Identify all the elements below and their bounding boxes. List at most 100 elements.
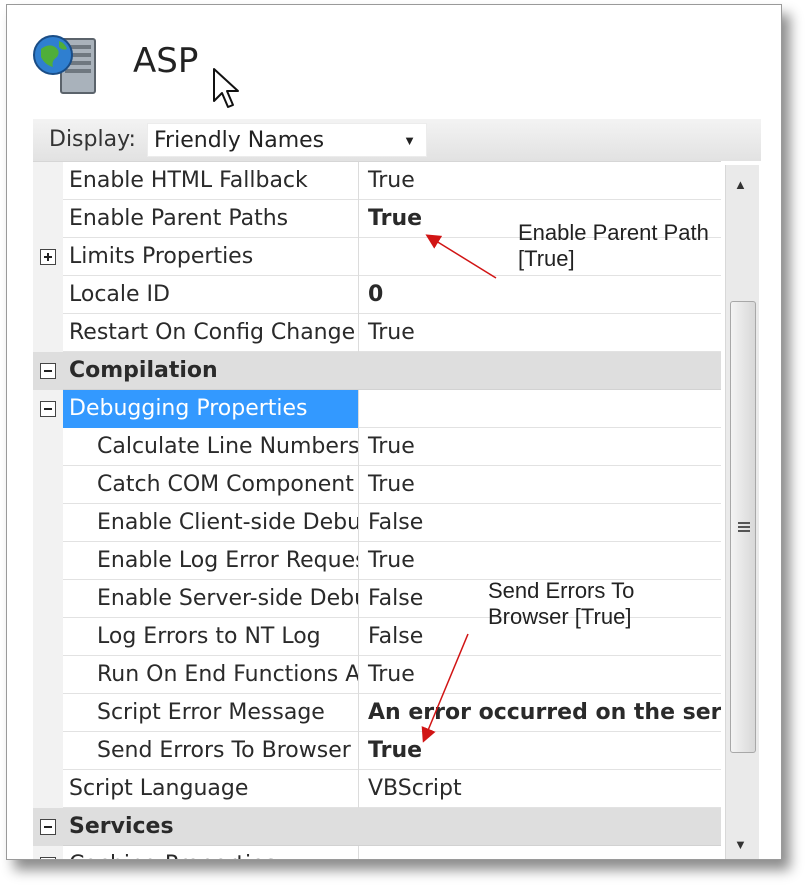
row-gutter: [33, 504, 63, 542]
property-name-label: Enable HTML Fallback: [69, 168, 308, 193]
property-name[interactable]: Calculate Line Numbers: [63, 428, 359, 466]
mouse-cursor-icon: [211, 67, 245, 111]
row-gutter: [33, 846, 63, 859]
property-name[interactable]: Run On End Functions A: [63, 656, 359, 694]
property-value[interactable]: [361, 846, 721, 859]
display-toolbar: Display: Friendly Names ▼: [33, 119, 761, 161]
property-name[interactable]: Script Error Message: [63, 694, 359, 732]
row-gutter: [33, 162, 63, 200]
property-name[interactable]: Restart On Config Change: [63, 314, 359, 352]
annotation-send-errors-line1: Send Errors To: [488, 578, 635, 603]
vertical-scrollbar[interactable]: ▲ ▼: [725, 165, 759, 859]
row-gutter: [33, 732, 63, 770]
property-row[interactable]: Catch COM Component True: [33, 466, 721, 504]
scroll-down-arrow-icon[interactable]: ▼: [734, 837, 747, 852]
property-name-label: Limits Properties: [69, 244, 254, 269]
property-row[interactable]: Enable Client-side Debug False: [33, 504, 721, 542]
display-mode-dropdown[interactable]: Friendly Names ▼: [147, 123, 427, 157]
property-row[interactable]: Locale ID 0: [33, 276, 721, 314]
property-row[interactable]: Enable Log Error Request True: [33, 542, 721, 580]
property-name-label: Catch COM Component: [97, 472, 354, 497]
property-row[interactable]: Debugging Properties: [33, 390, 721, 428]
property-row[interactable]: Compilation: [33, 352, 721, 390]
property-name-label: Compilation: [69, 358, 218, 383]
property-name[interactable]: Catch COM Component: [63, 466, 359, 504]
scroll-thumb[interactable]: [730, 301, 756, 753]
property-name-label: Enable Server-side Debug: [97, 586, 359, 611]
property-name[interactable]: Enable Server-side Debug: [63, 580, 359, 618]
annotation-parent-path: Enable Parent Path [True]: [518, 220, 709, 272]
property-name-label: Enable Log Error Request: [97, 548, 359, 573]
property-value[interactable]: VBScript: [361, 770, 721, 808]
annotation-send-errors-line2: Browser [True]: [488, 604, 632, 629]
row-gutter: [33, 808, 63, 846]
property-row[interactable]: Services: [33, 808, 721, 846]
scroll-up-arrow-icon[interactable]: ▲: [734, 177, 747, 192]
row-gutter: [33, 390, 63, 428]
row-gutter: [33, 656, 63, 694]
dropdown-arrow-icon: ▼: [403, 133, 416, 148]
expand-plus-icon[interactable]: [40, 857, 56, 859]
property-row[interactable]: Send Errors To Browser True: [33, 732, 721, 770]
property-value[interactable]: True: [361, 732, 721, 770]
property-row[interactable]: Script Language VBScript: [33, 770, 721, 808]
property-name[interactable]: Enable Log Error Request: [63, 542, 359, 580]
property-value[interactable]: False: [361, 504, 721, 542]
property-name-label: Services: [69, 814, 174, 839]
property-row[interactable]: Enable HTML Fallback True: [33, 162, 721, 200]
property-value[interactable]: True: [361, 162, 721, 200]
annotation-parent-path-line1: Enable Parent Path: [518, 220, 709, 245]
property-row[interactable]: Run On End Functions A True: [33, 656, 721, 694]
property-name[interactable]: Debugging Properties: [63, 390, 359, 428]
property-name[interactable]: Services: [63, 808, 713, 846]
row-gutter: [33, 618, 63, 656]
row-gutter: [33, 694, 63, 732]
property-name[interactable]: Limits Properties: [63, 238, 359, 276]
property-name-label: Run On End Functions A: [97, 662, 359, 687]
annotation-send-errors: Send Errors To Browser [True]: [488, 578, 634, 630]
property-name[interactable]: Caching Properties: [63, 846, 359, 859]
property-name-label: Script Language: [69, 776, 249, 801]
collapse-minus-icon[interactable]: [40, 401, 56, 417]
property-row[interactable]: Calculate Line Numbers True: [33, 428, 721, 466]
row-gutter: [33, 770, 63, 808]
row-gutter: [33, 352, 63, 390]
row-gutter: [33, 542, 63, 580]
property-name[interactable]: Script Language: [63, 770, 359, 808]
property-value[interactable]: True: [361, 314, 721, 352]
collapse-minus-icon[interactable]: [40, 819, 56, 835]
row-gutter: [33, 238, 63, 276]
property-value[interactable]: True: [361, 466, 721, 504]
property-row[interactable]: Caching Properties: [33, 846, 721, 859]
property-value[interactable]: [361, 390, 721, 428]
property-name[interactable]: Compilation: [63, 352, 713, 390]
expand-plus-icon[interactable]: [40, 249, 56, 265]
property-name-label: Locale ID: [69, 282, 170, 307]
property-value[interactable]: An error occurred on the server: [361, 694, 721, 732]
collapse-minus-icon[interactable]: [40, 363, 56, 379]
row-gutter: [33, 200, 63, 238]
property-name[interactable]: Enable HTML Fallback: [63, 162, 359, 200]
property-name[interactable]: Locale ID: [63, 276, 359, 314]
property-value[interactable]: True: [361, 656, 721, 694]
property-value[interactable]: True: [361, 428, 721, 466]
property-name-label: Log Errors to NT Log: [97, 624, 321, 649]
property-name-label: Enable Parent Paths: [69, 206, 289, 231]
property-name-label: Caching Properties: [63, 852, 276, 859]
property-name[interactable]: Send Errors To Browser: [63, 732, 359, 770]
property-name-label: Script Error Message: [97, 700, 325, 725]
property-name[interactable]: Enable Client-side Debug: [63, 504, 359, 542]
property-name[interactable]: Enable Parent Paths: [63, 200, 359, 238]
display-mode-value: Friendly Names: [154, 128, 325, 153]
row-gutter: [33, 428, 63, 466]
row-gutter: [33, 580, 63, 618]
property-name[interactable]: Log Errors to NT Log: [63, 618, 359, 656]
property-value[interactable]: 0: [361, 276, 721, 314]
property-row[interactable]: Script Error Message An error occurred on…: [33, 694, 721, 732]
row-gutter: [33, 314, 63, 352]
property-value[interactable]: True: [361, 542, 721, 580]
property-row[interactable]: Restart On Config Change True: [33, 314, 721, 352]
property-name-label: Restart On Config Change: [69, 320, 356, 345]
property-name-label: Debugging Properties: [69, 396, 308, 421]
web-server-globe-icon: [31, 29, 101, 99]
